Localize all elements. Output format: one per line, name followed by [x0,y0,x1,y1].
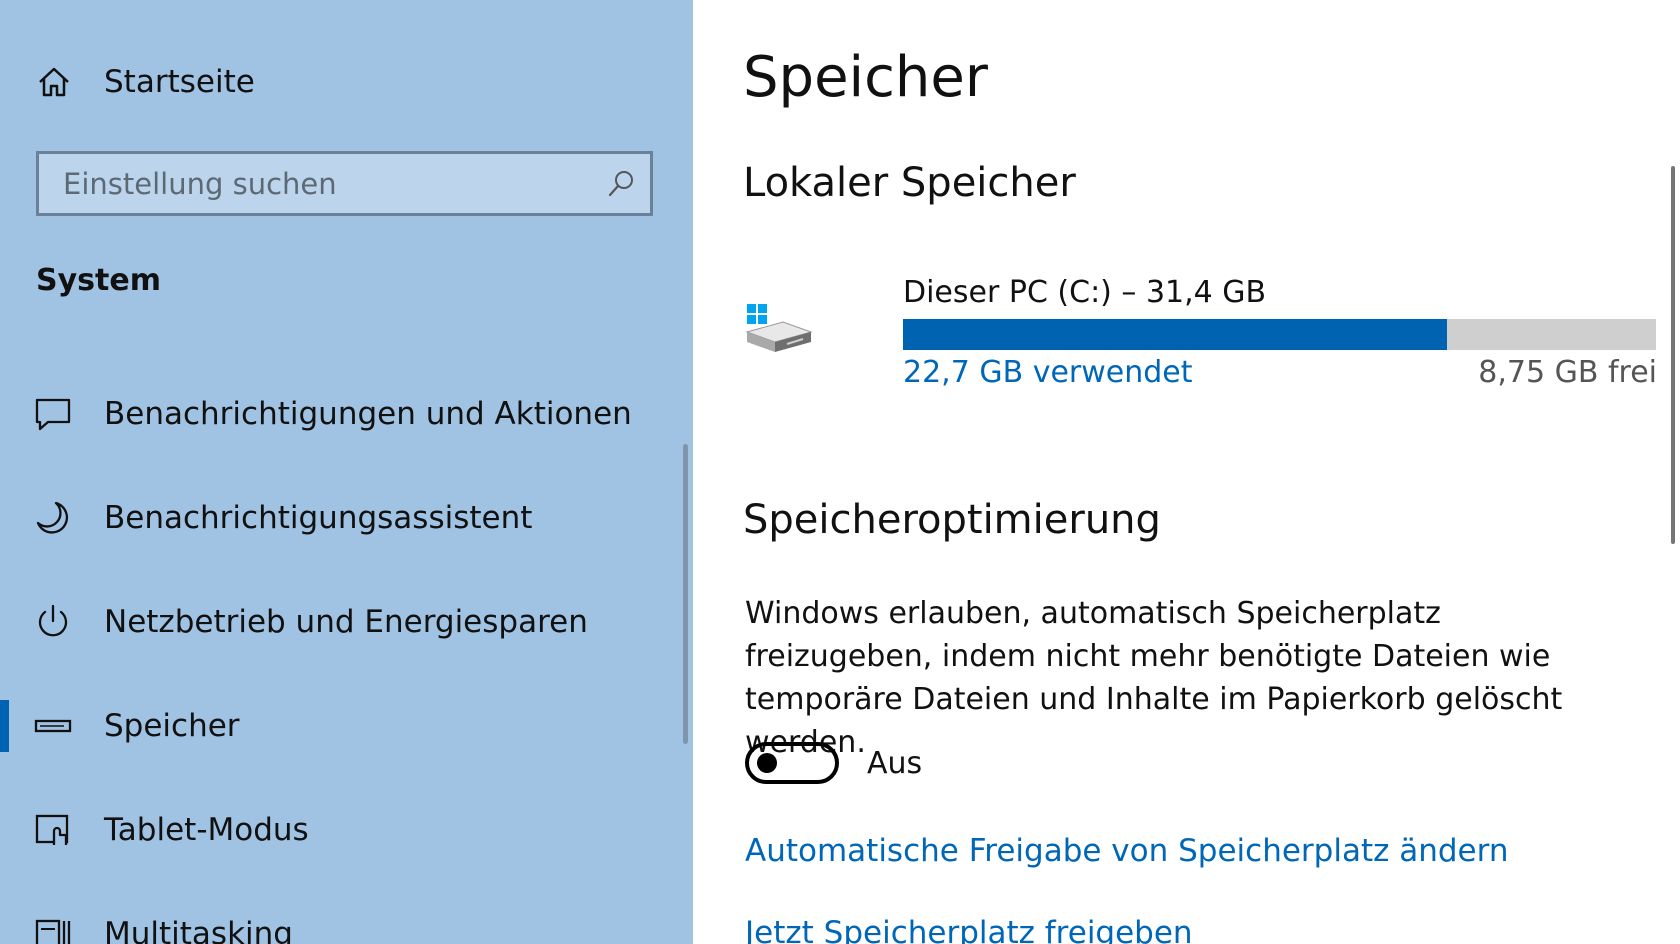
local-storage-heading: Lokaler Speicher [743,160,1076,206]
free-space-now-link[interactable]: Jetzt Speicherplatz freigeben [745,915,1193,944]
storage-sense-description: Windows erlauben, automatisch Speicherpl… [745,596,1563,760]
sidebar-item-power[interactable]: Netzbetrieb und Energiesparen [0,570,680,674]
sidebar-item-label: Multitasking [104,916,293,944]
storage-sense-toggle[interactable] [745,742,839,784]
sidebar-item-label: Netzbetrieb und Energiesparen [104,604,588,640]
page-title: Speicher [743,45,988,110]
sidebar: Startseite System Benachrichtigungen und… [0,0,693,944]
sidebar-item-label: Benachrichtigungen und Aktionen [104,396,632,432]
search-box[interactable] [36,151,653,216]
used-space-link[interactable]: 22,7 GB verwendet [903,355,1193,390]
drive-icon [745,304,813,352]
change-auto-free-link[interactable]: Automatische Freigabe von Speicherplatz … [745,833,1508,869]
home-label: Startseite [104,64,255,100]
home-icon [39,67,69,97]
search-icon[interactable] [606,169,636,199]
main-content: Speicher Lokaler Speicher Dieser PC (C:)… [693,0,1680,944]
storage-sense-toggle-row: Aus [745,742,922,784]
sidebar-item-notifications[interactable]: Benachrichtigungen und Aktionen [0,362,680,466]
storage-usage-bar [903,319,1656,350]
toggle-knob [757,753,777,773]
sidebar-nav: Benachrichtigungen und Aktionen Benachri… [0,362,680,944]
search-input[interactable] [61,165,606,202]
sidebar-item-label: Tablet-Modus [104,812,309,848]
free-space-label: 8,75 GB frei [1478,355,1657,390]
message-icon [35,398,71,431]
power-icon [38,604,68,637]
drive-c-entry[interactable]: Dieser PC (C:) – 31,4 GB 22,7 GB verwend… [743,275,1657,395]
sidebar-item-focus-assist[interactable]: Benachrichtigungsassistent [0,466,680,570]
sidebar-item-multitasking[interactable]: Multitasking [0,882,680,944]
storage-sense-heading: Speicheroptimierung [743,497,1161,543]
sidebar-scrollbar[interactable] [683,444,688,744]
settings-window: Startseite System Benachrichtigungen und… [0,0,1680,944]
home-nav-item[interactable]: Startseite [36,56,255,108]
sidebar-item-label: Speicher [104,708,240,744]
toggle-state-label: Aus [867,745,923,781]
storage-icon [34,719,72,733]
sidebar-item-storage[interactable]: Speicher [0,674,680,778]
tablet-mode-icon [35,814,69,845]
sidebar-item-tablet-mode[interactable]: Tablet-Modus [0,778,680,882]
main-scrollbar[interactable] [1671,166,1675,544]
sidebar-item-label: Benachrichtigungsassistent [104,500,533,536]
multitasking-icon [35,919,71,944]
drive-name: Dieser PC (C:) – 31,4 GB [903,275,1267,310]
storage-usage-fill [903,319,1448,350]
section-title: System [36,263,161,298]
moon-icon [36,501,69,534]
